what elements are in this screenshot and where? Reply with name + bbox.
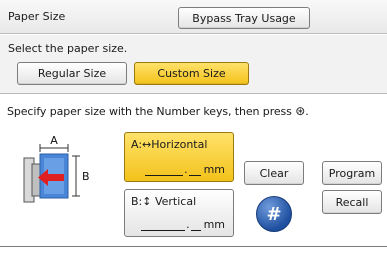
bypass-tray-usage-button[interactable]: Bypass Tray Usage bbox=[178, 7, 310, 29]
clear-button[interactable]: Clear bbox=[244, 161, 304, 185]
horizontal-field-label: A:↔Horizontal bbox=[131, 138, 208, 151]
horizontal-unit-label: mm bbox=[203, 163, 225, 176]
custom-size-button[interactable]: Custom Size bbox=[134, 62, 249, 85]
recall-button[interactable]: Recall bbox=[322, 190, 382, 214]
vertical-unit-label: mm bbox=[203, 218, 225, 231]
size-type-section: Select the paper size. Regular Size Cust… bbox=[0, 35, 387, 94]
vertical-integer-blank bbox=[141, 221, 186, 231]
horizontal-value-entry: . mm bbox=[145, 163, 225, 176]
dimension-b-label: B bbox=[82, 170, 90, 183]
instruction-text: Specify paper size with the Number keys,… bbox=[7, 104, 309, 118]
hash-key-button[interactable]: # bbox=[256, 196, 292, 232]
vertical-value-entry: . mm bbox=[141, 218, 225, 231]
dimension-a-label: A bbox=[50, 134, 58, 147]
horizontal-integer-blank bbox=[145, 166, 184, 176]
select-paper-size-label: Select the paper size. bbox=[8, 42, 128, 55]
paper-orientation-icon: A B bbox=[23, 134, 90, 203]
header-bar: Paper Size Bypass Tray Usage bbox=[0, 0, 387, 34]
regular-size-button[interactable]: Regular Size bbox=[17, 62, 127, 85]
paper-size-screen: Paper Size Bypass Tray Usage Select the … bbox=[0, 0, 387, 275]
vertical-field-label: B:↕ Vertical bbox=[131, 195, 197, 208]
vertical-size-field[interactable]: B:↕ Vertical . mm bbox=[124, 189, 234, 237]
screen-title: Paper Size bbox=[8, 10, 66, 23]
instruction-body: Specify paper size with the Number keys,… bbox=[7, 105, 292, 118]
program-button[interactable]: Program bbox=[322, 161, 382, 185]
bottom-status-area bbox=[0, 247, 387, 275]
horizontal-size-field[interactable]: A:↔Horizontal . mm bbox=[124, 132, 234, 182]
start-key-icon: ⊛ bbox=[295, 104, 306, 118]
instruction-end: . bbox=[305, 105, 309, 118]
